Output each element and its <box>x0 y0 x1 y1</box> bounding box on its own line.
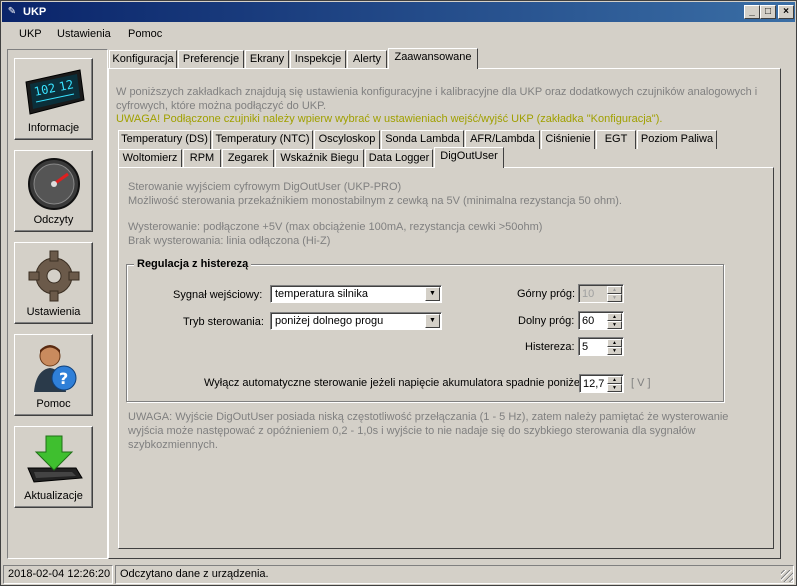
spin-up-icon[interactable]: ▲ <box>607 339 622 347</box>
hysteresis-spinner[interactable]: 5 ▲ ▼ <box>578 337 624 356</box>
upper-threshold-value: 10 <box>582 288 595 300</box>
subtab-temperatury-ntc[interactable]: Temperatury (NTC) <box>212 130 313 149</box>
download-arrow-icon <box>22 432 86 488</box>
tab-inspekcje[interactable]: Inspekcje <box>290 50 346 69</box>
desc-line4: Brak wysterowania: linia odłączona (Hi-Z… <box>128 235 331 247</box>
lower-threshold-value[interactable]: 60 <box>582 315 594 327</box>
svg-text:12: 12 <box>58 77 75 94</box>
tab-ekrany[interactable]: Ekrany <box>245 50 289 69</box>
menu-ustawienia[interactable]: Ustawienia <box>57 28 111 40</box>
status-message: Odczytano dane z urządzenia. <box>115 565 794 584</box>
input-signal-value: temperatura silnika <box>275 288 368 300</box>
spin-down-icon[interactable]: ▼ <box>607 384 622 392</box>
subtab-egt[interactable]: EGT <box>596 130 636 149</box>
menu-bar: UKP Ustawienia Pomoc <box>2 24 795 44</box>
nav-button-informacje[interactable]: 102 12 Informacje <box>14 58 93 140</box>
resize-grip[interactable] <box>781 570 793 582</box>
desc-line2: Możliwość sterowania przekaźnikiem monos… <box>128 195 622 207</box>
nav-button-ustawienia[interactable]: Ustawienia <box>14 242 93 324</box>
subtab-woltomierz[interactable]: Woltomierz <box>118 149 182 168</box>
nav-label-odczyty: Odczyty <box>33 214 74 226</box>
spin-down-icon[interactable]: ▼ <box>607 321 622 329</box>
tab-zaawansowane[interactable]: Zaawansowane <box>388 48 478 69</box>
battery-voltage-value[interactable]: 12,7 <box>583 378 604 390</box>
chevron-down-icon[interactable]: ▼ <box>425 287 440 301</box>
spin-down-icon[interactable]: ▼ <box>607 347 622 355</box>
spin-up-icon[interactable]: ▲ <box>607 313 622 321</box>
note-text: UWAGA: Wyjście DigOutUser posiada niską … <box>128 411 729 451</box>
menu-ukp[interactable]: UKP <box>19 28 42 40</box>
window-title: UKP <box>23 6 47 18</box>
maximize-button[interactable]: □ <box>760 5 776 19</box>
input-signal-select[interactable]: temperatura silnika ▼ <box>270 285 442 303</box>
app-window: ✎ UKP _ □ × UKP Ustawienia Pomoc 102 12 … <box>0 0 797 586</box>
intro-text: W poniższych zakładkach znajdują się ust… <box>116 86 758 112</box>
tab-preferencje[interactable]: Preferencje <box>178 50 244 69</box>
lower-threshold-label: Dolny próg: <box>518 315 575 327</box>
hysteresis-value[interactable]: 5 <box>582 341 588 353</box>
control-mode-label: Tryb sterowania: <box>183 316 264 328</box>
input-signal-label: Sygnał wejściowy: <box>173 289 263 301</box>
nav-label-ustawienia: Ustawienia <box>26 306 81 318</box>
battery-voltage-spinner[interactable]: 12,7 ▲ ▼ <box>579 374 624 393</box>
hysteresis-group-title: Regulacja z histerezą <box>134 258 252 270</box>
lcd-display-icon: 102 12 <box>22 64 86 120</box>
lower-threshold-spinner[interactable]: 60 ▲ ▼ <box>578 311 624 330</box>
voltage-unit: [ V ] <box>631 377 651 389</box>
subtab-data-logger[interactable]: Data Logger <box>365 149 433 168</box>
control-mode-value: poniżej dolnego progu <box>275 315 384 327</box>
subtab-rpm[interactable]: RPM <box>183 149 221 168</box>
digoutuser-panel: Sterowanie wyjściem cyfrowym DigOutUser … <box>118 167 774 549</box>
subtab-digoutuser[interactable]: DigOutUser <box>434 147 504 168</box>
status-timestamp: 2018-02-04 12:26:20 <box>3 565 113 584</box>
upper-threshold-label: Górny próg: <box>517 288 576 300</box>
status-bar: 2018-02-04 12:26:20 Odczytano dane z urz… <box>2 564 795 584</box>
tab-konfiguracja[interactable]: Konfiguracja <box>109 50 177 69</box>
spin-up-icon: ▲ <box>607 286 622 294</box>
desc-line1: Sterowanie wyjściem cyfrowym DigOutUser … <box>128 181 402 193</box>
nav-label-informacje: Informacje <box>27 122 80 134</box>
title-bar[interactable]: ✎ UKP _ □ × <box>2 2 795 22</box>
app-icon: ✎ <box>7 6 17 17</box>
gear-icon <box>22 248 86 304</box>
minimize-button[interactable]: _ <box>744 5 760 19</box>
spin-down-icon: ▼ <box>607 294 622 302</box>
intro-warning: UWAGA! Podłączone czujniki należy wpierw… <box>116 113 663 125</box>
nav-button-pomoc[interactable]: ? Pomoc <box>14 334 93 416</box>
subtab-temperatury-ds[interactable]: Temperatury (DS) <box>118 130 211 149</box>
nav-button-odczyty[interactable]: Odczyty <box>14 150 93 232</box>
hysteresis-label: Histereza: <box>525 341 575 353</box>
subtab-poziom-paliwa[interactable]: Poziom Paliwa <box>637 130 717 149</box>
nav-button-aktualizacje[interactable]: Aktualizacje <box>14 426 93 508</box>
tab-alerty[interactable]: Alerty <box>347 50 387 69</box>
subtab-oscyloskop[interactable]: Oscyloskop <box>314 130 380 149</box>
help-person-icon: ? <box>22 340 86 396</box>
upper-threshold-spinner: 10 ▲ ▼ <box>578 284 624 303</box>
close-button[interactable]: × <box>778 5 794 19</box>
svg-text:?: ? <box>59 369 68 388</box>
subtab-cisnienie[interactable]: Ciśnienie <box>541 130 595 149</box>
menu-pomoc[interactable]: Pomoc <box>128 28 162 40</box>
battery-voltage-label: Wyłącz automatyczne sterowanie jeżeli na… <box>204 377 586 389</box>
chevron-down-icon[interactable]: ▼ <box>425 314 440 328</box>
spin-up-icon[interactable]: ▲ <box>607 376 622 384</box>
gauge-icon <box>22 156 86 212</box>
desc-line3: Wysterowanie: podłączone +5V (max obciąż… <box>128 221 543 233</box>
subtab-wskaznik-biegu[interactable]: Wskaźnik Biegu <box>275 149 364 168</box>
nav-label-pomoc: Pomoc <box>36 398 71 410</box>
control-mode-select[interactable]: poniżej dolnego progu ▼ <box>270 312 442 330</box>
nav-label-aktualizacje: Aktualizacje <box>24 490 83 502</box>
subtab-zegarek[interactable]: Zegarek <box>222 149 274 168</box>
